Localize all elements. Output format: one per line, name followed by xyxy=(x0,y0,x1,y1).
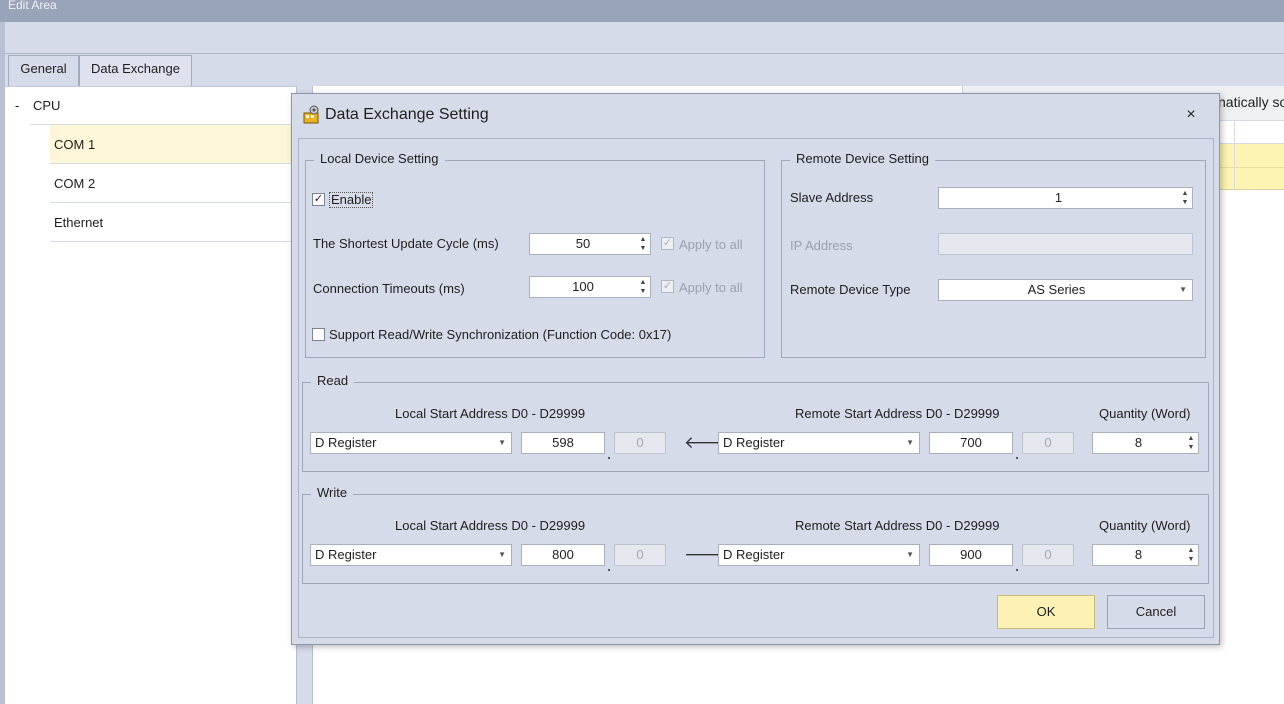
enable-checkbox[interactable]: ✓ xyxy=(312,193,325,206)
grid-row-divider xyxy=(1218,167,1284,168)
read-local-header: Local Start Address D0 - D29999 xyxy=(395,406,586,421)
write-remote-address-field[interactable]: 900 xyxy=(929,544,1013,566)
sync-checkbox[interactable] xyxy=(312,328,325,341)
window-title: Edit Area xyxy=(0,0,1284,22)
chevron-down-icon: ▼ xyxy=(1179,285,1187,294)
write-local-address-field[interactable]: 800 xyxy=(521,544,605,566)
spin-up-icon[interactable]: ▲ xyxy=(638,235,648,244)
tree-item-cpu[interactable]: CPU xyxy=(33,98,60,113)
grid-header-text: natically so xyxy=(1218,94,1284,110)
bit-separator xyxy=(1016,457,1018,459)
write-local-header: Local Start Address D0 - D29999 xyxy=(395,518,586,533)
read-legend: Read xyxy=(311,373,355,388)
grid-column-divider xyxy=(1234,120,1235,190)
write-remote-bit-field[interactable]: 0 xyxy=(1022,544,1074,566)
close-icon[interactable]: × xyxy=(1180,104,1202,126)
toolbar-area xyxy=(0,22,1284,54)
spin-down-icon[interactable]: ▼ xyxy=(1186,443,1196,452)
write-remote-type-select[interactable]: D Register ▼ xyxy=(718,544,920,566)
write-legend: Write xyxy=(311,485,354,500)
spin-up-icon[interactable]: ▲ xyxy=(1186,546,1196,555)
slave-address-value: 1 xyxy=(1054,190,1063,205)
sync-label[interactable]: Support Read/Write Synchronization (Func… xyxy=(329,327,671,342)
remote-device-type-label: Remote Device Type xyxy=(790,282,911,297)
tree-collapse-toggle[interactable]: - xyxy=(15,98,19,113)
gear-wrench-icon xyxy=(302,105,322,125)
write-local-type-value: D Register xyxy=(315,547,377,562)
read-local-address-field[interactable]: 598 xyxy=(521,432,605,454)
tree-item-ethernet[interactable]: Ethernet xyxy=(50,203,296,242)
write-local-bit-field[interactable]: 0 xyxy=(614,544,666,566)
ip-address-field[interactable] xyxy=(938,233,1193,255)
tab-general[interactable]: General xyxy=(8,55,79,86)
bit-separator xyxy=(1016,569,1018,571)
remote-device-type-select[interactable]: AS Series ▼ xyxy=(938,279,1193,301)
read-local-bit-field[interactable]: 0 xyxy=(614,432,666,454)
read-remote-type-value: D Register xyxy=(723,435,785,450)
write-remote-type-value: D Register xyxy=(723,547,785,562)
read-quantity-value: 8 xyxy=(1134,435,1143,450)
update-cycle-label: The Shortest Update Cycle (ms) xyxy=(313,236,499,251)
tree-item-com1[interactable]: COM 1 xyxy=(50,125,296,164)
bit-separator xyxy=(608,569,610,571)
update-cycle-stepper[interactable]: 50 ▲ ▼ xyxy=(529,233,651,255)
spin-up-icon[interactable]: ▲ xyxy=(638,278,648,287)
timeout-stepper[interactable]: 100 ▲ ▼ xyxy=(529,276,651,298)
bit-separator xyxy=(608,457,610,459)
tree-item-com2[interactable]: COM 2 xyxy=(50,164,296,203)
spin-down-icon[interactable]: ▼ xyxy=(638,244,648,253)
update-apply-all-checkbox[interactable]: ✓ xyxy=(661,237,674,250)
dialog-title: Data Exchange Setting xyxy=(325,106,489,123)
spin-down-icon[interactable]: ▼ xyxy=(1186,555,1196,564)
write-quantity-stepper[interactable]: 8 ▲ ▼ xyxy=(1092,544,1199,566)
write-remote-header: Remote Start Address D0 - D29999 xyxy=(795,518,1000,533)
tab-data-exchange[interactable]: Data Exchange xyxy=(79,55,192,86)
slave-address-stepper[interactable]: 1 ▲ ▼ xyxy=(938,187,1193,209)
timeout-apply-all-checkbox[interactable]: ✓ xyxy=(661,280,674,293)
remote-device-legend: Remote Device Setting xyxy=(790,151,935,166)
read-quantity-header: Quantity (Word) xyxy=(1099,406,1191,421)
read-remote-address-field[interactable]: 700 xyxy=(929,432,1013,454)
write-quantity-header: Quantity (Word) xyxy=(1099,518,1191,533)
ok-button[interactable]: OK xyxy=(997,595,1095,629)
read-remote-bit-field[interactable]: 0 xyxy=(1022,432,1074,454)
read-local-type-value: D Register xyxy=(315,435,377,450)
write-quantity-value: 8 xyxy=(1134,547,1143,562)
update-apply-all-label: Apply to all xyxy=(679,237,743,252)
cancel-button[interactable]: Cancel xyxy=(1107,595,1205,629)
read-group xyxy=(302,382,1209,472)
chevron-down-icon: ▼ xyxy=(906,438,914,447)
timeout-apply-all-label: Apply to all xyxy=(679,280,743,295)
ip-address-label: IP Address xyxy=(790,238,853,253)
spin-down-icon[interactable]: ▼ xyxy=(638,287,648,296)
enable-label[interactable]: Enable xyxy=(329,192,374,208)
slave-address-label: Slave Address xyxy=(790,190,874,205)
grid-subheader xyxy=(1218,120,1284,144)
update-cycle-value: 50 xyxy=(575,236,591,251)
chevron-down-icon: ▼ xyxy=(906,550,914,559)
read-remote-type-select[interactable]: D Register ▼ xyxy=(718,432,920,454)
spin-up-icon[interactable]: ▲ xyxy=(1180,189,1190,198)
timeout-value: 100 xyxy=(572,279,594,294)
remote-device-type-value: AS Series xyxy=(1027,282,1086,297)
local-device-legend: Local Device Setting xyxy=(314,151,445,166)
read-quantity-stepper[interactable]: 8 ▲ ▼ xyxy=(1092,432,1199,454)
write-group xyxy=(302,494,1209,584)
spin-up-icon[interactable]: ▲ xyxy=(1186,434,1196,443)
spin-down-icon[interactable]: ▼ xyxy=(1180,198,1190,207)
write-local-type-select[interactable]: D Register ▼ xyxy=(310,544,512,566)
tab-strip xyxy=(5,53,1284,86)
read-local-type-select[interactable]: D Register ▼ xyxy=(310,432,512,454)
chevron-down-icon: ▼ xyxy=(498,550,506,559)
chevron-down-icon: ▼ xyxy=(498,438,506,447)
read-remote-header: Remote Start Address D0 - D29999 xyxy=(795,406,1000,421)
timeout-label: Connection Timeouts (ms) xyxy=(313,281,465,296)
